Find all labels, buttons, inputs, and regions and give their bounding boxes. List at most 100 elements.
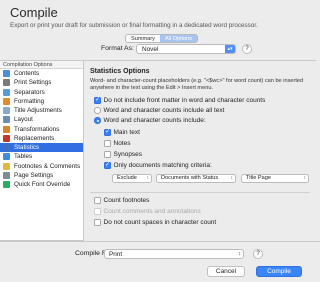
include-all-text-option[interactable]: Word and character counts include all te… [94,107,224,114]
count-footnotes-option[interactable]: Count footnotes [94,197,149,204]
divider [90,192,310,193]
tab-all-options[interactable]: All Options [159,35,197,42]
chevron-updown-icon: ↕ [230,175,234,181]
count-footnotes-checkbox[interactable] [94,197,101,204]
only-matching-label: Only documents matching criteria: [113,162,212,169]
sidebar-item-label: Layout [14,116,33,124]
criteria-mode-popup[interactable]: Exclude ↕ [112,174,152,183]
count-footnotes-label: Count footnotes [103,197,150,204]
cancel-button[interactable]: Cancel [207,266,245,277]
no-spaces-label: Do not count spaces in character count [103,219,217,226]
statistics-panel: Statistics Options Word- and character-c… [84,60,316,241]
notes-option[interactable]: Notes [104,140,130,147]
format-as-label: Format As: [101,45,134,52]
main-text-label: Main text [113,129,140,136]
notes-checkbox[interactable] [104,140,111,147]
tables-icon [3,153,10,161]
sidebar-item-label: Print Settings [14,79,52,87]
panel-title: Statistics Options [90,68,150,75]
count-comments-option: Count comments and annotations [94,208,201,215]
tab-summary[interactable]: Summary [126,35,160,42]
sidebar-item-label: Quick Font Override [14,181,71,189]
chevron-updown-icon: ↕ [146,175,150,181]
sidebar-item-label: Contents [14,70,40,78]
format-as-select[interactable]: Novel ▴▾ [136,44,236,54]
sidebar-item-label: Transformations [14,125,60,133]
count-comments-checkbox [94,208,101,215]
sidebar-item-label: Formatting [14,97,45,105]
compile-for-value: Print [109,251,123,258]
sidebar-item-quick-font-override[interactable]: Quick Font Override [0,180,83,189]
only-matching-checkbox[interactable] [104,161,111,169]
criteria-field-value: Documents with Status [161,175,219,181]
include-only-option[interactable]: Word and character counts include: [94,117,206,124]
sidebar-item-replacements[interactable]: Replacements [0,134,83,143]
include-only-label: Word and character counts include: [103,117,206,124]
separators-icon [3,88,10,96]
format-help-button[interactable]: ? [242,44,252,54]
compile-for-help-button[interactable]: ? [253,249,263,259]
include-all-text-label: Word and character counts include all te… [103,107,225,114]
no-spaces-checkbox[interactable] [94,219,101,226]
include-only-radio[interactable] [94,117,101,124]
quick-font-icon [3,181,10,189]
sidebar-item-formatting[interactable]: Formatting [0,97,83,106]
no-front-matter-label: Do not include front matter in word and … [103,97,266,104]
criteria-mode-value: Exclude [117,175,137,181]
sidebar-item-label: Statistics [14,144,40,152]
contents-icon [3,70,10,78]
sidebar-item-footnotes-comments[interactable]: Footnotes & Comments [0,162,83,171]
criteria-field-popup[interactable]: Documents with Status ↕ [156,174,236,183]
sidebar-item-transformations[interactable]: Transformations [0,125,83,134]
sidebar-header: Compilation Options [0,61,83,69]
sidebar-list: Contents Print Settings Separators Formatti… [0,69,83,189]
sidebar-item-title-adjustments[interactable]: Title Adjustments [0,106,83,115]
sidebar-item-tables[interactable]: Tables [0,152,83,161]
no-front-matter-checkbox[interactable] [94,96,101,104]
view-mode-segmented-control: Summary All Options [125,34,198,43]
window-title: Compile [10,5,58,20]
footnotes-icon [3,162,10,170]
criteria-value-value: Title Page [246,175,271,181]
sidebar-item-page-settings[interactable]: Page Settings [0,171,83,180]
sidebar-item-label: Separators [14,88,45,96]
replacements-icon [3,134,10,142]
compilation-options-sidebar: Compilation Options Contents Print Settin… [0,60,84,241]
sidebar-item-contents[interactable]: Contents [0,69,83,78]
sidebar-item-label: Title Adjustments [14,107,62,115]
chevron-updown-icon: ↕ [238,251,241,257]
sidebar-item-layout[interactable]: Layout [0,115,83,124]
no-front-matter-option[interactable]: Do not include front matter in word and … [94,96,266,104]
only-matching-option[interactable]: Only documents matching criteria: [104,161,212,169]
formatting-icon [3,97,10,105]
criteria-value-popup[interactable]: Title Page ↕ [241,174,309,183]
chevron-updown-icon: ↕ [303,175,307,181]
synopses-checkbox[interactable] [104,151,111,158]
statistics-icon [3,144,10,152]
layout-icon [3,116,10,124]
transformations-icon [3,125,10,133]
sidebar-item-print-settings[interactable]: Print Settings [0,78,83,87]
panel-description: Word- and character-count placeholders (… [90,78,304,91]
sidebar-item-separators[interactable]: Separators [0,88,83,97]
title-adjustments-icon [3,107,10,115]
notes-label: Notes [113,140,131,147]
sidebar-item-statistics[interactable]: Statistics [0,143,83,153]
synopses-option[interactable]: Synopses [104,151,142,158]
main-text-checkbox[interactable] [104,128,111,136]
compile-for-select[interactable]: Print ↕ [104,249,244,259]
no-spaces-option[interactable]: Do not count spaces in character count [94,219,216,226]
sidebar-item-label: Page Settings [14,171,54,179]
compile-button[interactable]: Compile [256,266,302,277]
main-text-option[interactable]: Main text [104,128,140,136]
sidebar-item-label: Tables [14,153,33,161]
print-icon [3,79,10,87]
sidebar-item-label: Footnotes & Comments [14,162,81,170]
page-settings-icon [3,171,10,179]
sidebar-item-label: Replacements [14,134,55,142]
count-comments-label: Count comments and annotations [103,208,201,215]
include-all-text-radio[interactable] [94,107,101,114]
synopses-label: Synopses [113,151,143,158]
updown-arrows-icon: ▴▾ [225,45,235,53]
window-subtitle: Export or print your draft for submissio… [10,22,258,29]
